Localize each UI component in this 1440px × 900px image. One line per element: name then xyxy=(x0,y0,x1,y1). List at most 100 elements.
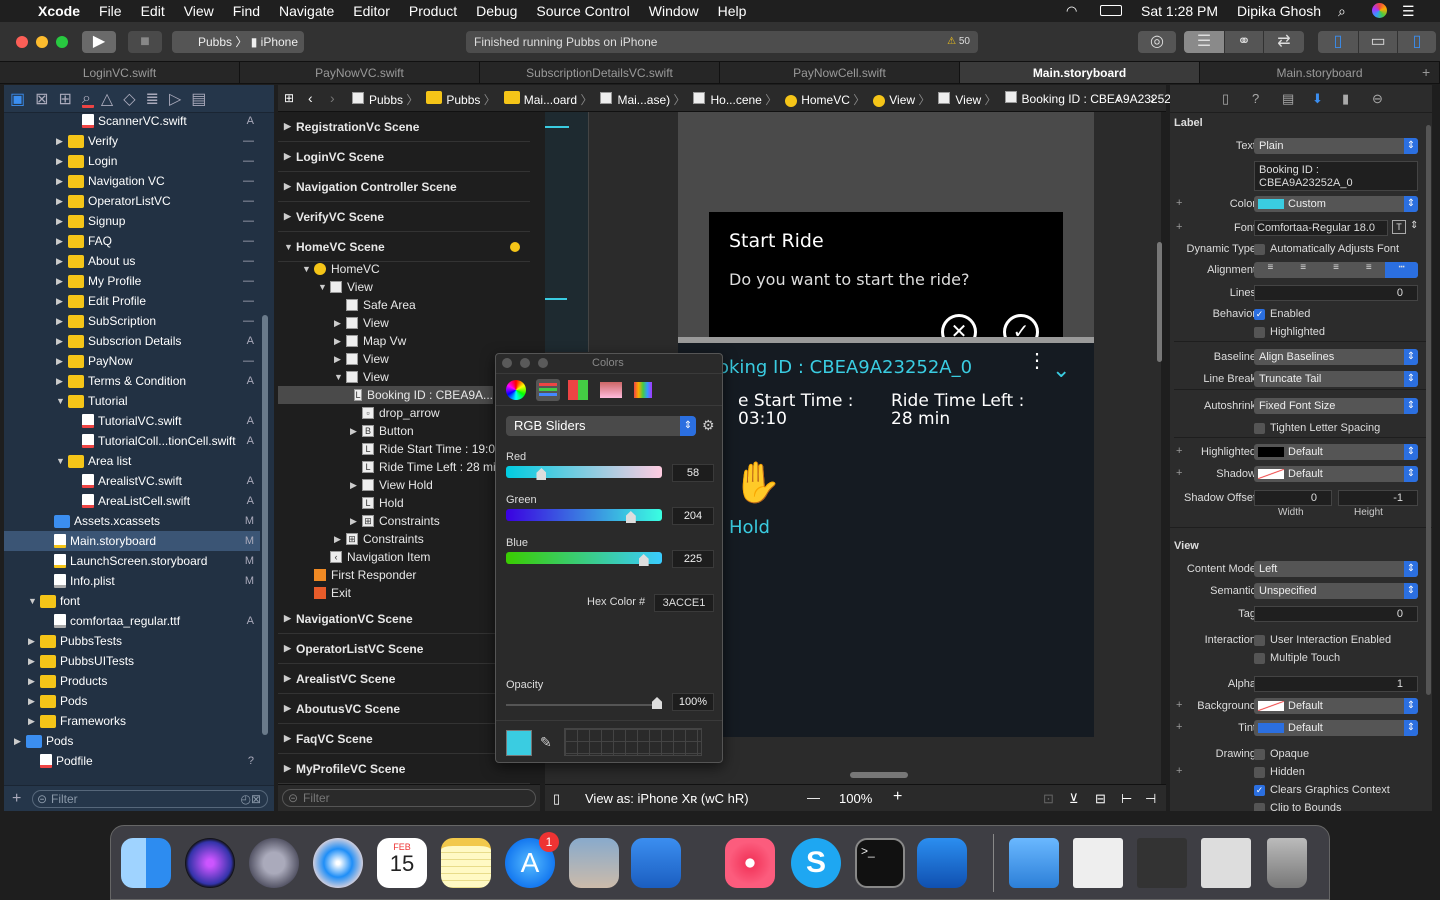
add-constraints-icon[interactable]: ⊢ xyxy=(1121,791,1132,807)
zoom-window-button[interactable] xyxy=(538,358,548,368)
notification-center-icon[interactable]: ☰ xyxy=(1402,3,1415,20)
outline-scene[interactable]: ▶ MyProfileVC Scene xyxy=(278,754,530,784)
more-icon[interactable]: ⋮ xyxy=(1027,351,1047,371)
file-tree-item[interactable]: ▼ font xyxy=(4,591,260,611)
jump-bar-item[interactable]: Booking ID : CBEA9A23252A_0 xyxy=(1004,91,1192,108)
file-tree-item[interactable]: ▶ Navigation VC — xyxy=(4,171,260,191)
assistant-editor-button[interactable]: ⚭ xyxy=(1225,31,1263,53)
disclosure-icon[interactable]: ▶ xyxy=(334,354,346,365)
outline-scene[interactable]: ▶ LoginVC Scene xyxy=(278,142,530,172)
disclosure-icon[interactable]: ▶ xyxy=(56,256,68,267)
outline-item[interactable]: ▶ Map Vw xyxy=(278,332,530,350)
disclosure-icon[interactable]: ▼ xyxy=(334,372,346,382)
disclosure-icon[interactable]: ▶ xyxy=(284,673,296,684)
disclosure-icon[interactable]: ▶ xyxy=(284,613,296,624)
jump-bar-item[interactable]: HomeVC 〉 xyxy=(785,91,865,108)
disclosure-icon[interactable]: ▶ xyxy=(56,216,68,227)
disclosure-icon[interactable]: ▶ xyxy=(284,703,296,714)
menu-navigate[interactable]: Navigate xyxy=(279,3,334,19)
editor-tab[interactable]: PayNowVC.swift xyxy=(240,62,480,83)
shadow-offset-height[interactable]: -1 xyxy=(1338,490,1418,506)
green-slider[interactable] xyxy=(506,509,662,521)
outline-scene[interactable]: ▶ FaqVC Scene xyxy=(278,724,530,754)
stop-button[interactable]: ■ xyxy=(128,31,162,53)
hold-label[interactable]: Hold xyxy=(729,517,770,538)
file-tree-item[interactable]: ▶ Subscrion Details A xyxy=(4,331,260,351)
adjacent-scene[interactable] xyxy=(545,112,589,352)
forward-icon[interactable]: › xyxy=(330,90,335,106)
file-tree-item[interactable]: ▶ PubbsTests xyxy=(4,631,260,651)
add-variation-icon[interactable]: + xyxy=(1176,699,1182,711)
blue-value[interactable]: 225 xyxy=(672,550,714,568)
outline-item[interactable]: ▶ ⊞ Constraints xyxy=(278,530,530,548)
outline-scene[interactable]: ▶ Navigation Controller Scene xyxy=(278,172,530,202)
slider-mode-select[interactable]: RGB Sliders ⇕ xyxy=(506,416,696,436)
opacity-slider-knob[interactable] xyxy=(652,697,662,709)
update-frames-icon[interactable]: ⊡ xyxy=(1043,791,1054,807)
align-natural-icon[interactable]: ┅ xyxy=(1385,262,1418,278)
editor-tab[interactable]: Main.storyboard xyxy=(1200,62,1440,83)
related-items-icon[interactable]: ⊞ xyxy=(284,91,294,105)
outline-scene[interactable]: ▶ VerifyVC Scene xyxy=(278,202,530,232)
tint-select[interactable]: Default xyxy=(1254,720,1418,736)
outline-item[interactable]: First Responder xyxy=(278,566,530,584)
disclosure-icon[interactable]: ▶ xyxy=(56,376,68,387)
blue-slider[interactable] xyxy=(506,552,662,564)
add-variation-icon[interactable]: + xyxy=(1176,721,1182,733)
gear-icon[interactable]: ⚙ xyxy=(702,417,715,434)
jump-bar-item[interactable]: Ho...cene 〉 xyxy=(693,91,777,108)
disclosure-icon[interactable]: ▶ xyxy=(284,211,296,222)
canvas-horizontal-scrollbar[interactable] xyxy=(850,772,908,778)
shadow-select[interactable]: Default xyxy=(1254,466,1418,482)
siri-icon[interactable] xyxy=(185,838,235,888)
file-tree-item[interactable]: ▼ Area list xyxy=(4,451,260,471)
background-select[interactable]: Default xyxy=(1254,698,1418,714)
align-justify-icon[interactable]: ≡ xyxy=(1352,262,1385,278)
outline-item[interactable]: ▶ View xyxy=(278,314,530,332)
outline-item[interactable]: ▶ ⊞ Constraints xyxy=(278,512,530,530)
file-tree-item[interactable]: ▶ Products xyxy=(4,671,260,691)
outline-item[interactable]: Safe Area xyxy=(278,296,530,314)
add-tab-icon[interactable]: + xyxy=(1422,64,1430,80)
minimize-window-button[interactable] xyxy=(36,36,48,48)
disclosure-icon[interactable]: ▶ xyxy=(28,716,40,727)
add-variation-icon[interactable]: + xyxy=(1176,467,1182,479)
view-as-device[interactable]: View as: iPhone Xʀ (wC hR) xyxy=(585,791,749,806)
file-tree-item[interactable]: ▼ Tutorial xyxy=(4,391,260,411)
disclosure-icon[interactable]: ▶ xyxy=(350,480,362,491)
disclosure-icon[interactable]: ▼ xyxy=(56,456,68,466)
disclosure-icon[interactable]: ▶ xyxy=(56,296,68,307)
editor-tab[interactable]: PayNowCell.swift xyxy=(720,62,960,83)
toggle-outline-icon[interactable]: ▯ xyxy=(553,791,560,807)
jump-bar-item[interactable]: View 〉 xyxy=(938,91,997,108)
menu-clock[interactable]: Sat 1:28 PM xyxy=(1141,3,1218,19)
navigator-scrollbar[interactable] xyxy=(262,315,268,735)
file-tree-item[interactable]: ▶ Signup — xyxy=(4,211,260,231)
preview-icon[interactable] xyxy=(569,838,619,888)
file-tree-item[interactable]: ▶ FAQ — xyxy=(4,231,260,251)
menu-find[interactable]: Find xyxy=(233,3,260,19)
align-center-icon[interactable]: ≡ xyxy=(1287,262,1320,278)
music-icon[interactable] xyxy=(725,838,775,888)
text-type-select[interactable]: Plain xyxy=(1254,138,1418,154)
file-tree-item[interactable]: ▶ PubbsUITests xyxy=(4,651,260,671)
file-tree-item[interactable]: ▶ SubScription — xyxy=(4,311,260,331)
jump-bar-item[interactable]: Mai...oard 〉 xyxy=(503,91,592,108)
skype-icon[interactable]: S xyxy=(791,838,841,888)
file-tree-item[interactable]: comfortaa_regular.ttf A xyxy=(4,611,260,631)
tag-field[interactable]: 0 xyxy=(1254,606,1418,622)
disclosure-icon[interactable]: ▶ xyxy=(56,156,68,167)
disclosure-icon[interactable]: ▼ xyxy=(284,242,296,252)
disclosure-icon[interactable]: ▼ xyxy=(302,264,314,274)
calendar-icon[interactable]: FEB 15 xyxy=(377,838,427,888)
color-select[interactable]: Custom xyxy=(1254,196,1418,212)
file-tree-item[interactable]: ▶ My Profile — xyxy=(4,271,260,291)
scheme-selector[interactable]: Pubbs 〉 ▮ iPhone xyxy=(172,31,304,53)
disclosure-icon[interactable]: ▶ xyxy=(28,696,40,707)
menu-view[interactable]: View xyxy=(184,3,214,19)
file-tree-item[interactable]: ▶ Terms & Condition A xyxy=(4,371,260,391)
resolve-issues-icon[interactable]: ⊣ xyxy=(1145,791,1156,807)
outline-item[interactable]: ▼ View xyxy=(278,368,530,386)
font-field[interactable]: Comfortaa-Regular 18.0 xyxy=(1254,220,1388,236)
disclosure-icon[interactable]: ▶ xyxy=(56,276,68,287)
